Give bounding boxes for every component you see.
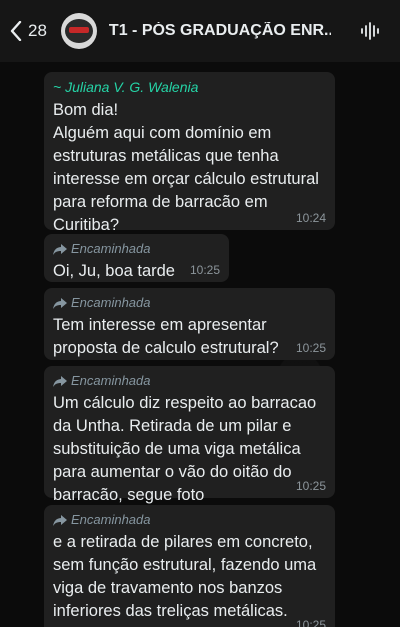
forward-icon: [53, 297, 67, 309]
forward-icon: [53, 514, 67, 526]
message-time: 10:24: [295, 211, 326, 225]
chat-header: 28 T1 - PÓS GRADUAÇÃO ENR...: [0, 0, 400, 62]
message-time: 10:25: [295, 618, 326, 627]
forwarded-label: Encaminhada: [53, 511, 325, 529]
message-bubble[interactable]: ~ Juliana V. G. Walenia Bom dia! Alguém …: [44, 72, 335, 234]
voice-chat-icon[interactable]: [360, 20, 382, 42]
unread-count: 28: [28, 21, 47, 40]
back-button[interactable]: 28: [10, 21, 47, 41]
message-time: 10:25: [295, 479, 326, 493]
message-bubble[interactable]: Encaminhada Um cálculo diz respeito ao b…: [44, 366, 335, 504]
chevron-left-icon: [10, 21, 22, 41]
forwarded-label: Encaminhada: [53, 372, 325, 390]
forward-icon: [53, 375, 67, 387]
message-text: Tem interesse em apresentar proposta de …: [53, 316, 279, 357]
message-time: 10:25: [295, 341, 326, 355]
forwarded-label: Encaminhada: [53, 294, 325, 312]
forward-icon: [53, 243, 67, 255]
chat-title[interactable]: T1 - PÓS GRADUAÇÃO ENR...: [109, 22, 331, 40]
forwarded-label: Encaminhada: [53, 240, 219, 258]
message-time: 10:25: [189, 263, 220, 277]
message-text: Um cálculo diz respeito ao barracao da U…: [53, 394, 317, 504]
message-text: e a retirada de pilares em concreto, sem…: [53, 533, 317, 620]
message-bubble[interactable]: Encaminhada e a retirada de pilares em c…: [44, 505, 335, 627]
message-bubble[interactable]: Encaminhada Oi, Ju, boa tarde 10:25: [44, 234, 229, 282]
message-bubble[interactable]: Encaminhada Tem interesse em apresentar …: [44, 288, 335, 360]
group-avatar[interactable]: [60, 13, 97, 49]
message-text: Bom dia! Alguém aqui com domínio em estr…: [53, 101, 319, 234]
sender-name[interactable]: ~ Juliana V. G. Walenia: [53, 78, 325, 96]
